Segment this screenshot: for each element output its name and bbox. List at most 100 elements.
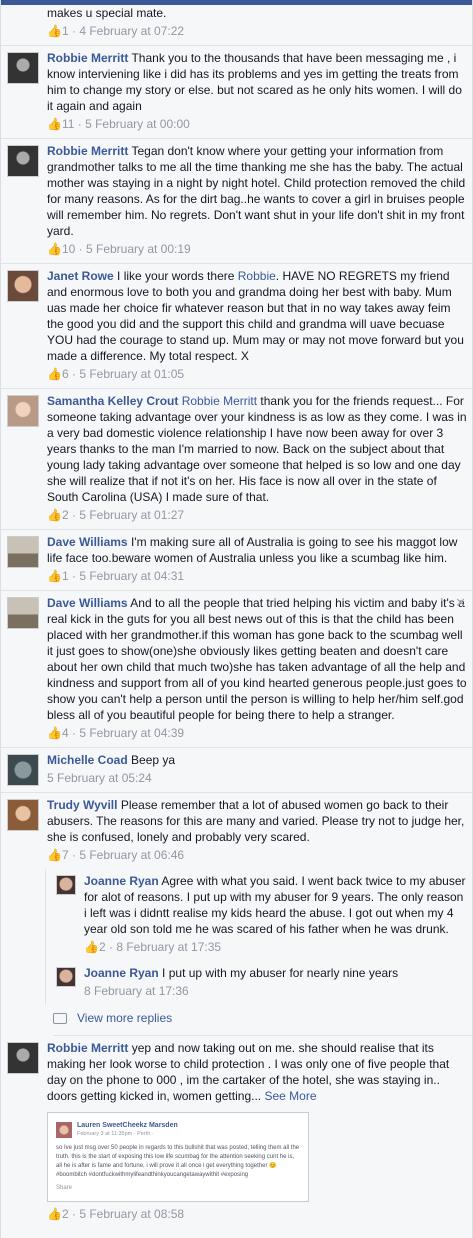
like-icon[interactable]: 👍 bbox=[47, 848, 62, 862]
embedded-time: February 3 at 11:35pm · Perth · bbox=[77, 1131, 154, 1137]
like-count[interactable]: 1 bbox=[62, 569, 69, 583]
view-more-replies-link[interactable]: View more replies bbox=[53, 1005, 472, 1036]
like-count[interactable]: 4 bbox=[62, 726, 69, 740]
avatar[interactable] bbox=[7, 754, 39, 786]
comment: Dave Williams And to all the people that… bbox=[1, 591, 472, 748]
like-icon[interactable]: 👍 bbox=[47, 1207, 62, 1221]
avatar[interactable] bbox=[7, 52, 39, 84]
author-name[interactable]: Robbie Merritt bbox=[47, 51, 128, 65]
reply: Joanne Ryan I put up with my abuser for … bbox=[46, 961, 472, 1005]
like-icon[interactable]: 👍 bbox=[47, 726, 62, 740]
like-icon[interactable]: 👍 bbox=[47, 24, 62, 38]
reply-text: I put up with my abuser for nearly nine … bbox=[162, 966, 399, 980]
timestamp[interactable]: 5 February at 01:05 bbox=[79, 367, 184, 381]
author-name[interactable]: Dave Williams bbox=[47, 535, 128, 549]
avatar[interactable] bbox=[56, 967, 76, 987]
like-icon[interactable]: 👍 bbox=[47, 508, 62, 522]
timestamp[interactable]: 5 February at 00:00 bbox=[85, 117, 190, 131]
timestamp[interactable]: 5 February at 06:46 bbox=[79, 848, 184, 862]
avatar[interactable] bbox=[7, 597, 39, 629]
like-count[interactable]: 2 bbox=[99, 940, 106, 954]
comment-meta: 👍2 · 5 February at 08:58 bbox=[47, 1207, 185, 1221]
comment-meta: 👍2 · 5 February at 01:27 bbox=[47, 508, 185, 522]
author-name[interactable]: Janet Rowe bbox=[47, 269, 114, 283]
timestamp[interactable]: 8 February at 17:35 bbox=[116, 940, 221, 954]
comment: Trudy Wyvill Please remember that a lot … bbox=[1, 793, 472, 869]
reply-meta: 8 February at 17:36 bbox=[84, 983, 468, 999]
embedded-author: Lauren SweetCheekz Marsden bbox=[77, 1122, 178, 1129]
comment-text: Tegan don't know where your getting your… bbox=[47, 144, 466, 238]
comment-text: thank you for the friends request... For… bbox=[47, 394, 467, 504]
like-count[interactable]: 2 bbox=[62, 508, 69, 522]
comment-meta: 👍6 · 5 February at 01:05 bbox=[47, 367, 185, 381]
like-count[interactable]: 11 bbox=[62, 117, 74, 131]
comment-meta: 👍10 · 5 February at 00:19 bbox=[47, 242, 191, 256]
like-icon[interactable]: 👍 bbox=[84, 940, 99, 954]
speech-bubble-icon bbox=[53, 1012, 67, 1024]
avatar bbox=[56, 1122, 72, 1138]
author-name[interactable]: Samantha Kelley Crout bbox=[47, 394, 178, 408]
avatar[interactable] bbox=[7, 536, 39, 568]
comment: Robbie Merritt Thank you to the thousand… bbox=[1, 46, 472, 139]
comment: Samantha Kelley Crout Robbie Merritt tha… bbox=[1, 389, 472, 530]
author-name[interactable]: Joanne Ryan bbox=[84, 874, 159, 888]
comment-text: Beep ya bbox=[131, 753, 176, 767]
timestamp[interactable]: 4 February at 07:22 bbox=[79, 24, 184, 38]
mention-link[interactable]: Robbie bbox=[238, 269, 276, 283]
reply-meta: 👍2 · 8 February at 17:35 bbox=[84, 940, 222, 954]
author-name[interactable]: Dave Williams bbox=[47, 596, 128, 610]
author-name[interactable]: Trudy Wyvill bbox=[47, 798, 117, 812]
like-count[interactable]: 10 bbox=[62, 242, 75, 256]
comment: Robbie Merritt yep and now taking out on… bbox=[1, 1036, 472, 1228]
comment-thread: makes u special mate. 👍1 · 4 February at… bbox=[0, 0, 473, 1238]
like-icon[interactable]: 👍 bbox=[47, 569, 62, 583]
embedded-post-header: Lauren SweetCheekz Marsden February 3 at… bbox=[56, 1121, 300, 1139]
author-name[interactable]: Joanne Ryan bbox=[84, 966, 159, 980]
comment-text: And to all the people that tried helping… bbox=[47, 596, 467, 722]
like-icon[interactable]: 👍 bbox=[47, 367, 62, 381]
avatar[interactable] bbox=[7, 145, 39, 177]
comment-meta: 👍1 · 5 February at 04:31 bbox=[47, 569, 185, 583]
timestamp[interactable]: 5 February at 04:39 bbox=[79, 726, 184, 740]
avatar[interactable] bbox=[7, 799, 39, 831]
author-name[interactable]: Michelle Coad bbox=[47, 753, 128, 767]
embedded-post[interactable]: Lauren SweetCheekz Marsden February 3 at… bbox=[47, 1112, 309, 1202]
mention-link[interactable]: Robbie Merritt bbox=[182, 394, 257, 408]
comment: Robbie Merritt Tegan don't know where yo… bbox=[1, 139, 472, 264]
comment-meta: 👍4 · 5 February at 04:39 bbox=[47, 726, 185, 740]
timestamp[interactable]: 5 February at 04:31 bbox=[79, 569, 184, 583]
comment-meta: 👍7 · 5 February at 06:46 bbox=[47, 848, 185, 862]
like-count[interactable]: 7 bbox=[62, 848, 69, 862]
comment: makes u special mate. 👍1 · 4 February at… bbox=[1, 5, 472, 46]
view-more-label: View more replies bbox=[77, 1011, 173, 1025]
reply-thread: Joanne Ryan Agree with what you said. I … bbox=[45, 869, 472, 1005]
like-count[interactable]: 6 bbox=[62, 367, 69, 381]
close-icon[interactable]: ✕ bbox=[455, 595, 466, 611]
avatar[interactable] bbox=[7, 1042, 39, 1074]
comment: Janet Rowe I like your words there Robbi… bbox=[1, 264, 472, 389]
comment-meta: 👍11 · 5 February at 00:00 bbox=[47, 117, 190, 131]
timestamp[interactable]: 8 February at 17:36 bbox=[84, 984, 189, 998]
comment-text: I like your words there bbox=[117, 269, 235, 283]
like-icon[interactable]: 👍 bbox=[47, 117, 62, 131]
comment-text-cont: . HAVE NO REGRETS my friend and enormous… bbox=[47, 269, 464, 363]
comment-meta: 👍1 · 4 February at 07:22 bbox=[47, 24, 185, 38]
timestamp[interactable]: 5 February at 05:24 bbox=[47, 771, 152, 785]
like-count[interactable]: 1 bbox=[62, 24, 69, 38]
embedded-share: Share bbox=[56, 1185, 73, 1191]
avatar[interactable] bbox=[7, 270, 39, 302]
avatar[interactable] bbox=[56, 875, 76, 895]
avatar[interactable] bbox=[7, 395, 39, 427]
comment: Michelle Coad Beep ya 5 February at 05:2… bbox=[1, 748, 472, 793]
like-icon[interactable]: 👍 bbox=[47, 242, 62, 256]
reply: Joanne Ryan Agree with what you said. I … bbox=[46, 869, 472, 961]
timestamp[interactable]: 5 February at 01:27 bbox=[79, 508, 184, 522]
see-more-link[interactable]: See More bbox=[264, 1089, 316, 1103]
timestamp[interactable]: 5 February at 00:19 bbox=[86, 242, 191, 256]
timestamp[interactable]: 5 February at 08:58 bbox=[79, 1207, 184, 1221]
author-name[interactable]: Robbie Merritt bbox=[47, 144, 128, 158]
embedded-text: so Ive just msg over 50 people in regard… bbox=[56, 1145, 300, 1178]
comment: Dave Williams I'm making sure all of Aus… bbox=[1, 530, 472, 591]
author-name[interactable]: Robbie Merritt bbox=[47, 1041, 128, 1055]
like-count[interactable]: 2 bbox=[62, 1207, 69, 1221]
